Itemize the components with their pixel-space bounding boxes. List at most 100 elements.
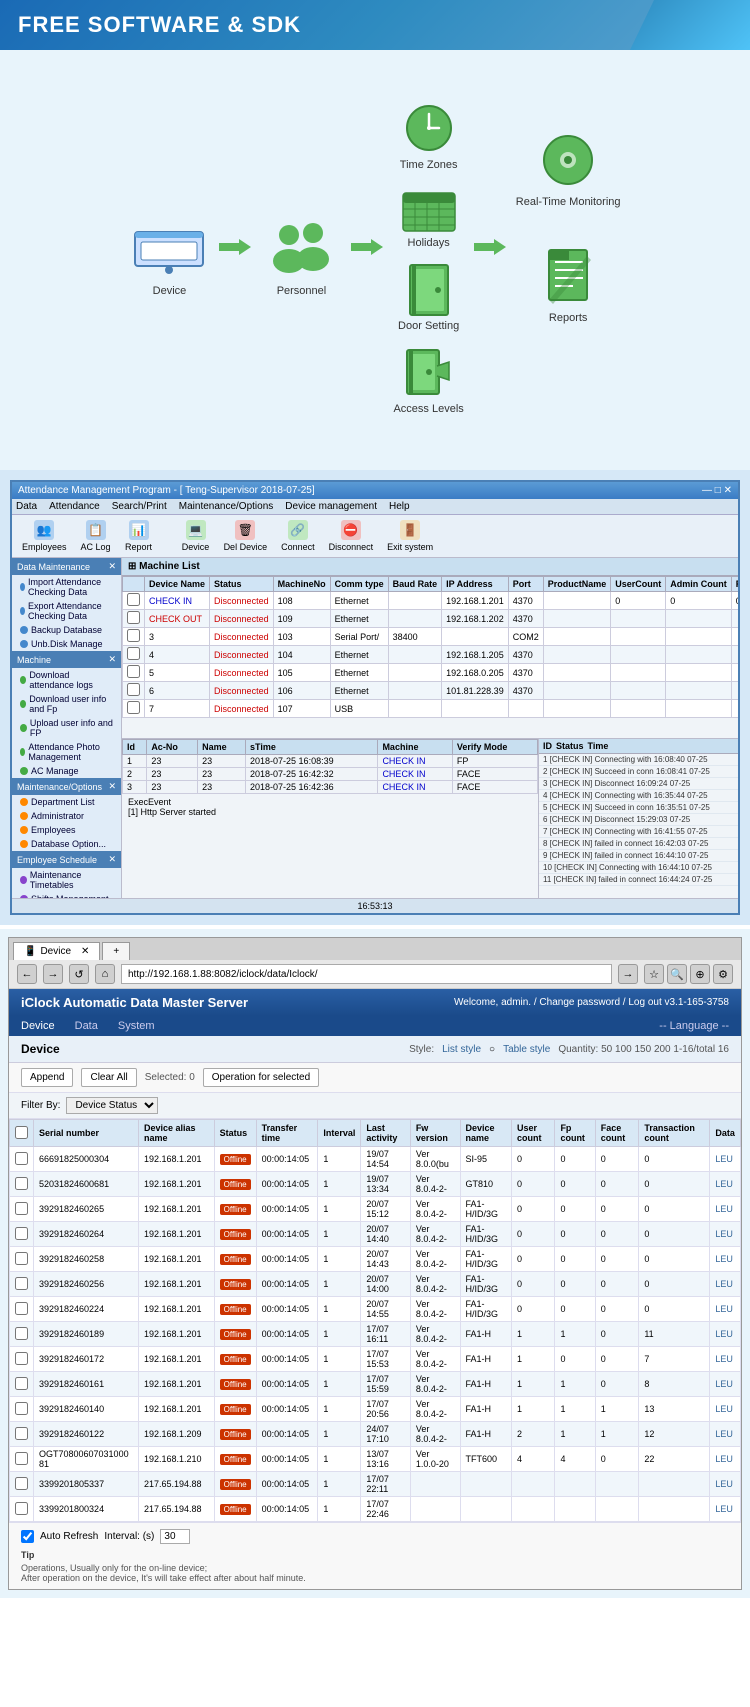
- browser-tab-device[interactable]: 📱 Device ✕: [13, 942, 100, 960]
- dt-face: 0: [595, 1372, 639, 1397]
- amp-window-controls[interactable]: — □ ✕: [702, 485, 732, 496]
- nav-language[interactable]: -- Language --: [659, 1020, 729, 1032]
- dt-check[interactable]: [10, 1397, 34, 1422]
- operation-btn[interactable]: Operation for selected: [203, 1068, 319, 1087]
- toolbar-report[interactable]: 📊 Report: [121, 518, 157, 554]
- machine-row-check[interactable]: [123, 664, 145, 682]
- sidebar-upload-user[interactable]: Upload user info and FP: [12, 716, 121, 740]
- sidebar-import[interactable]: Import Attendance Checking Data: [12, 575, 121, 599]
- dt-last: 20/07 14:43: [361, 1247, 410, 1272]
- zoom-btn[interactable]: 🔍: [667, 964, 687, 984]
- tab-close[interactable]: ✕: [81, 946, 89, 957]
- list-style-btn[interactable]: List style: [442, 1044, 481, 1055]
- menu-maintenance[interactable]: Maintenance/Options: [179, 501, 274, 512]
- append-btn[interactable]: Append: [21, 1068, 73, 1087]
- dt-face: 0: [595, 1347, 639, 1372]
- dtcol-interval: Interval: [318, 1120, 361, 1147]
- auto-refresh-cb[interactable]: [21, 1530, 34, 1543]
- sidebar-ac-manage[interactable]: AC Manage: [12, 764, 121, 778]
- dt-check[interactable]: [10, 1372, 34, 1397]
- sidebar-db-option[interactable]: Database Option...: [12, 837, 121, 851]
- machine-row-check[interactable]: [123, 700, 145, 718]
- nav-data[interactable]: Data: [75, 1020, 98, 1032]
- filter-select[interactable]: Device Status: [66, 1097, 158, 1114]
- nav-system[interactable]: System: [118, 1020, 155, 1032]
- dtcol-data: Data: [710, 1120, 741, 1147]
- personnel-label: Personnel: [277, 285, 327, 297]
- sidebar-dept[interactable]: Department List: [12, 795, 121, 809]
- dt-transfer: 00:00:14:05: [256, 1147, 318, 1172]
- sidebar-photo[interactable]: Attendance Photo Management: [12, 740, 121, 764]
- dt-check[interactable]: [10, 1147, 34, 1172]
- menu-search[interactable]: Search/Print: [112, 501, 167, 512]
- dt-fw: Ver 8.0.4-2-: [410, 1397, 460, 1422]
- machine-row-check[interactable]: [123, 610, 145, 628]
- machine-row-check[interactable]: [123, 592, 145, 610]
- refresh-btn[interactable]: ↺: [69, 964, 89, 984]
- clear-all-btn[interactable]: Clear All: [81, 1068, 136, 1087]
- menu-data[interactable]: Data: [16, 501, 37, 512]
- machine-row-check[interactable]: [123, 646, 145, 664]
- dt-check[interactable]: [10, 1472, 34, 1497]
- sidebar-download-logs[interactable]: Download attendance logs: [12, 668, 121, 692]
- menu-help[interactable]: Help: [389, 501, 410, 512]
- sidebar-machine[interactable]: Machine✕: [12, 651, 121, 668]
- toolbar-disconnect[interactable]: ⛔ Disconnect: [325, 518, 378, 554]
- settings-btn[interactable]: ⚙: [713, 964, 733, 984]
- bookmark-btn[interactable]: ⊕: [690, 964, 710, 984]
- sidebar-export[interactable]: Export Attendance Checking Data: [12, 599, 121, 623]
- dt-check[interactable]: [10, 1222, 34, 1247]
- dt-name: FA1-H: [460, 1347, 511, 1372]
- dt-check[interactable]: [10, 1422, 34, 1447]
- dt-check[interactable]: [10, 1172, 34, 1197]
- forward-btn[interactable]: →: [43, 964, 63, 984]
- dt-check[interactable]: [10, 1447, 34, 1472]
- sidebar-employees[interactable]: Employees: [12, 823, 121, 837]
- dt-check[interactable]: [10, 1497, 34, 1522]
- menu-device-mgmt[interactable]: Device management: [285, 501, 377, 512]
- dt-check[interactable]: [10, 1272, 34, 1297]
- toolbar-connect[interactable]: 🔗 Connect: [277, 518, 319, 554]
- dt-check[interactable]: [10, 1197, 34, 1222]
- sidebar-employee-schedule[interactable]: Employee Schedule✕: [12, 851, 121, 868]
- interval-input[interactable]: [160, 1529, 190, 1544]
- log-col-id: ID: [543, 741, 552, 751]
- back-btn[interactable]: ←: [17, 964, 37, 984]
- dt-check[interactable]: [10, 1347, 34, 1372]
- dt-interval: 1: [318, 1422, 361, 1447]
- sidebar-download-user[interactable]: Download user info and Fp: [12, 692, 121, 716]
- dt-users: [511, 1472, 554, 1497]
- dt-face: 1: [595, 1397, 639, 1422]
- dt-fw: Ver 8.0.0(bu: [410, 1147, 460, 1172]
- dt-users: 4: [511, 1447, 554, 1472]
- amp-menubar[interactable]: Data Attendance Search/Print Maintenance…: [12, 499, 738, 515]
- browser-tab-new[interactable]: +: [102, 942, 130, 960]
- toolbar-del-device[interactable]: 🗑 Del Device: [220, 518, 272, 554]
- sidebar-backup[interactable]: Backup Database: [12, 623, 121, 637]
- nav-device[interactable]: Device: [21, 1020, 55, 1032]
- toolbar-exit[interactable]: 🚪 Exit system: [383, 518, 437, 554]
- toolbar-device[interactable]: 💻 Device: [178, 518, 214, 554]
- sidebar-timetables[interactable]: Maintenance Timetables: [12, 868, 121, 892]
- sidebar-data-maintenance[interactable]: Data Maintenance✕: [12, 558, 121, 575]
- url-bar[interactable]: [121, 964, 612, 984]
- sidebar-shifts[interactable]: Shifts Management: [12, 892, 121, 898]
- sidebar-unb[interactable]: Unb.Disk Manage: [12, 637, 121, 651]
- table-style-btn[interactable]: Table style: [503, 1044, 550, 1055]
- star-btn[interactable]: ☆: [644, 964, 664, 984]
- dt-check[interactable]: [10, 1297, 34, 1322]
- machine-row-check[interactable]: [123, 682, 145, 700]
- dt-check[interactable]: [10, 1247, 34, 1272]
- dt-check[interactable]: [10, 1322, 34, 1347]
- toolbar-employees[interactable]: 👥 Employees: [18, 518, 71, 554]
- home-btn[interactable]: ⌂: [95, 964, 115, 984]
- select-all-cb[interactable]: [15, 1126, 28, 1139]
- dt-name: FA1-H/ID/3G: [460, 1247, 511, 1272]
- menu-attendance[interactable]: Attendance: [49, 501, 100, 512]
- dt-last: 17/07 22:46: [361, 1497, 410, 1522]
- machine-row-check[interactable]: [123, 628, 145, 646]
- sidebar-admin[interactable]: Administrator: [12, 809, 121, 823]
- sidebar-maintenance-options[interactable]: Maintenance/Options✕: [12, 778, 121, 795]
- toolbar-aclog[interactable]: 📋 AC Log: [77, 518, 115, 554]
- go-btn[interactable]: →: [618, 964, 638, 984]
